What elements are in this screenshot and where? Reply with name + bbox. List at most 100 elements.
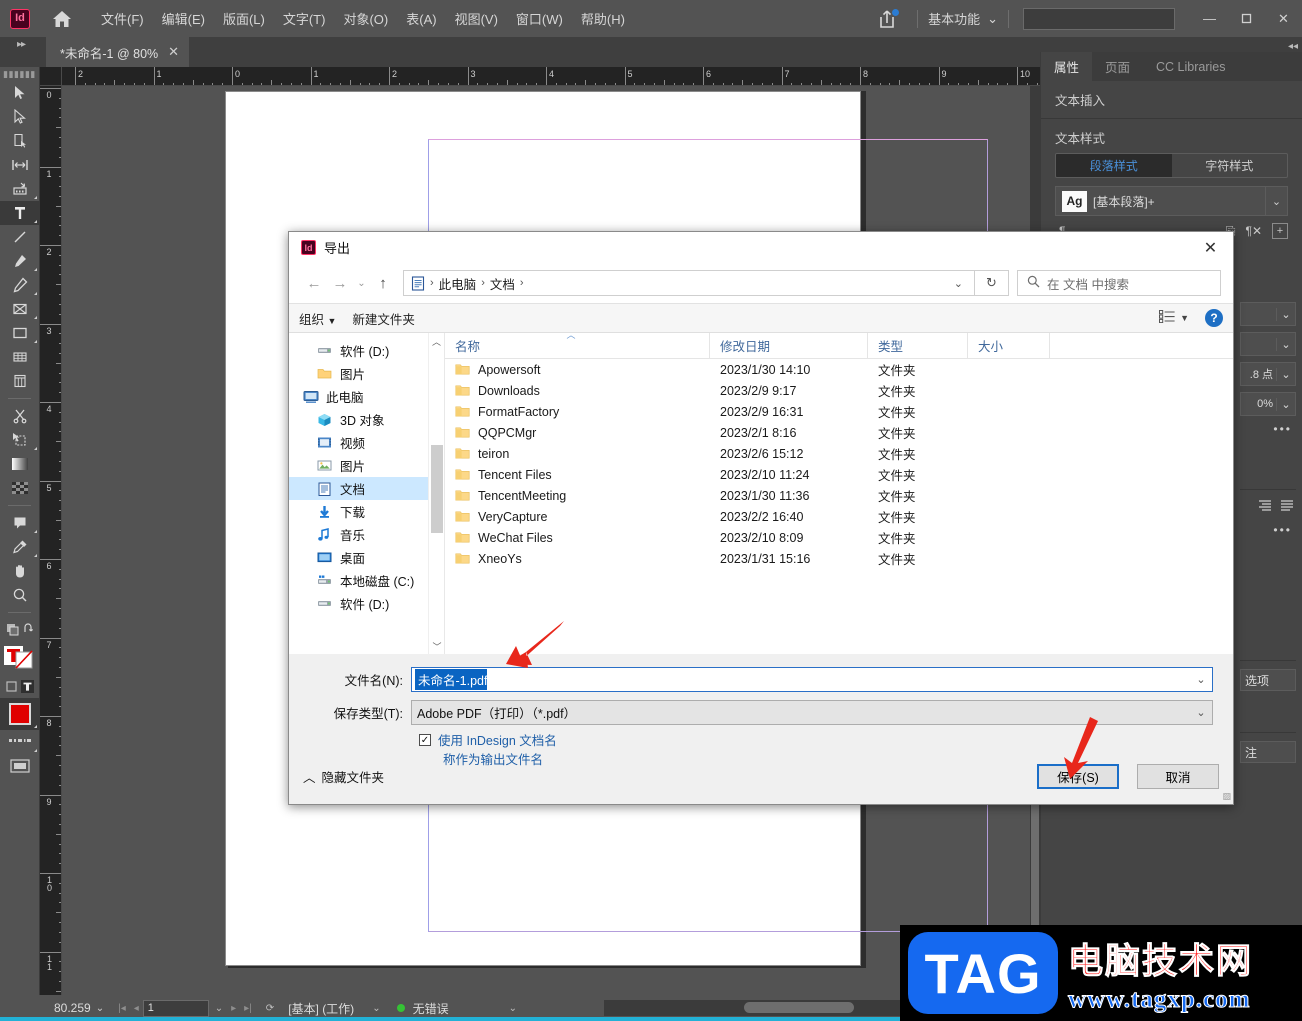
collapse-panel-icon[interactable]: ▸▸ (4, 39, 38, 55)
formatting-targets-toggle[interactable] (0, 674, 40, 698)
selection-tool[interactable] (0, 81, 40, 105)
forward-button[interactable]: → (327, 270, 353, 296)
gradient-swatch-tool[interactable] (0, 452, 40, 476)
scroll-up-icon[interactable]: ︿ (429, 333, 444, 349)
breadcrumb-documents[interactable]: 文档 (487, 274, 518, 293)
stub-field-1[interactable]: ⌄ (1240, 302, 1296, 326)
menu-item-edit[interactable]: 编辑(E) (153, 5, 214, 32)
column-header-date[interactable]: 修改日期 (710, 332, 868, 359)
justify-icon[interactable] (1280, 499, 1294, 515)
hide-folders-toggle[interactable]: ︿ 隐藏文件夹 (303, 767, 384, 786)
help-button[interactable]: ? (1205, 309, 1223, 327)
workspace-switcher[interactable]: 基本功能 ⌄ (928, 9, 998, 28)
direct-selection-tool[interactable] (0, 105, 40, 129)
table-row[interactable]: QQPCMgr 2023/2/1 8:16 文件夹 (445, 422, 1233, 443)
nav-item-7[interactable]: 下载 (289, 500, 444, 523)
zoom-control[interactable]: 80.259 ⌄ (54, 1001, 104, 1015)
table-row[interactable]: VeryCapture 2023/2/2 16:40 文件夹 (445, 506, 1233, 527)
organize-menu[interactable]: 组织 ▼ (299, 309, 336, 328)
vertical-ruler[interactable]: 0 1 2 3 4 5 6 7 8 9 10 11 (40, 86, 62, 995)
fill-stroke-swap-icon[interactable] (0, 618, 40, 642)
tab-pages[interactable]: 页面 (1092, 52, 1143, 81)
view-options-button[interactable]: ▼ (1159, 310, 1189, 326)
new-style-icon[interactable]: + (1272, 223, 1288, 239)
breadcrumb-this-pc[interactable]: 此电脑 (436, 274, 480, 293)
nav-item-10[interactable]: 本地磁盘 (C:) (289, 569, 444, 592)
nav-item-6[interactable]: 文档 (289, 477, 444, 500)
close-button[interactable]: ✕ (1265, 4, 1302, 34)
maximize-button[interactable] (1228, 4, 1265, 34)
gap-tool[interactable] (0, 153, 40, 177)
view-mode-icon[interactable] (0, 754, 40, 778)
first-page-button[interactable]: |◂ (114, 1003, 130, 1014)
ruler-origin[interactable] (40, 67, 62, 86)
table-row[interactable]: Apowersoft 2023/1/30 14:10 文件夹 (445, 359, 1233, 380)
address-bar[interactable]: › 此电脑 › 文档 › ⌄ (403, 270, 975, 296)
column-header-type[interactable]: 类型 (868, 332, 968, 359)
pen-tool[interactable] (0, 249, 40, 273)
more-options-icon[interactable]: ••• (1240, 416, 1296, 436)
grid-tool[interactable] (0, 369, 40, 393)
gradient-feather-tool[interactable] (0, 476, 40, 500)
menu-item-help[interactable]: 帮助(H) (572, 5, 634, 32)
scissors-tool[interactable] (0, 404, 40, 428)
eyedropper-tool[interactable] (0, 535, 40, 559)
table-row[interactable]: XneoYs 2023/1/31 15:16 文件夹 (445, 548, 1233, 569)
scale-field[interactable]: 0% ⌄ (1240, 392, 1296, 416)
line-tool[interactable] (0, 225, 40, 249)
navigation-scrollbar[interactable]: ︿ ﹀ (428, 333, 444, 654)
column-header-size[interactable]: 大小 (968, 332, 1050, 359)
nav-item-11[interactable]: 软件 (D:) (289, 592, 444, 615)
page-dropdown-icon[interactable]: ⌄ (211, 1003, 227, 1014)
chevron-down-icon[interactable]: ⌄ (1276, 307, 1295, 321)
chevron-down-icon[interactable]: ⌄ (1276, 397, 1295, 411)
menu-item-view[interactable]: 视图(V) (446, 5, 507, 32)
dialog-title-bar[interactable]: Id 导出 ✕ (289, 232, 1233, 263)
refresh-button[interactable]: ↻ (975, 270, 1009, 296)
save-button[interactable]: 保存(S) (1037, 763, 1119, 789)
stroke-style-icon[interactable] (0, 730, 40, 754)
page-tool[interactable] (0, 129, 40, 153)
tab-cc-libraries[interactable]: CC Libraries (1143, 52, 1238, 81)
minimize-button[interactable]: — (1191, 4, 1228, 34)
table-row[interactable]: WeChat Files 2023/2/10 8:09 文件夹 (445, 527, 1233, 548)
nav-item-0[interactable]: 软件 (D:) (289, 339, 444, 362)
clear-overrides-icon[interactable]: ¶✕ (1246, 224, 1263, 238)
stub-field-2[interactable]: ⌄ (1240, 332, 1296, 356)
table-tool[interactable] (0, 345, 40, 369)
menu-item-file[interactable]: 文件(F) (92, 5, 153, 32)
align-right-icon[interactable] (1258, 499, 1272, 515)
tab-properties[interactable]: 属性 (1041, 52, 1093, 81)
preflight-icon[interactable]: ⟳ (262, 1003, 278, 1014)
share-icon[interactable] (873, 6, 901, 32)
dialog-close-button[interactable]: ✕ (1188, 232, 1233, 263)
chevron-down-icon[interactable]: ⌄ (1190, 706, 1212, 719)
formatting-affects-text-icon[interactable] (0, 642, 40, 674)
menu-item-object[interactable]: 对象(O) (334, 5, 397, 32)
segment-character-styles[interactable]: 字符样式 (1172, 154, 1288, 177)
pencil-tool[interactable] (0, 273, 40, 297)
content-collector-tool[interactable] (0, 177, 40, 201)
home-icon[interactable] (50, 7, 74, 31)
collapse-dock-icon[interactable]: ◂◂ (1288, 41, 1298, 52)
column-header-name[interactable]: ︿ 名称 (445, 330, 710, 359)
free-transform-tool[interactable] (0, 428, 40, 452)
scrollbar-thumb[interactable] (431, 445, 443, 533)
recent-locations-icon[interactable]: ⌄ (353, 270, 370, 296)
nav-item-4[interactable]: 视频 (289, 431, 444, 454)
page-number-input[interactable]: 1 (142, 999, 209, 1017)
frame-tool[interactable] (0, 297, 40, 321)
cancel-button[interactable]: 取消 (1137, 763, 1219, 789)
table-row[interactable]: TencentMeeting 2023/1/30 11:36 文件夹 (445, 485, 1233, 506)
search-field[interactable]: 在 文档 中搜索 (1017, 270, 1221, 296)
chevron-down-icon[interactable]: ⌄ (368, 1003, 384, 1014)
close-icon[interactable]: ✕ (168, 44, 179, 60)
note-tool[interactable] (0, 511, 40, 535)
use-indesign-name-checkbox[interactable]: ✓ (419, 734, 431, 746)
document-tab[interactable]: *未命名-1 @ 80% ✕ (46, 37, 190, 67)
hand-tool[interactable] (0, 559, 40, 583)
rectangle-tool[interactable] (0, 321, 40, 345)
up-button[interactable]: ↑ (370, 270, 396, 296)
chevron-down-icon[interactable]: ⌄ (1265, 187, 1287, 215)
menu-item-layout[interactable]: 版面(L) (214, 5, 274, 32)
